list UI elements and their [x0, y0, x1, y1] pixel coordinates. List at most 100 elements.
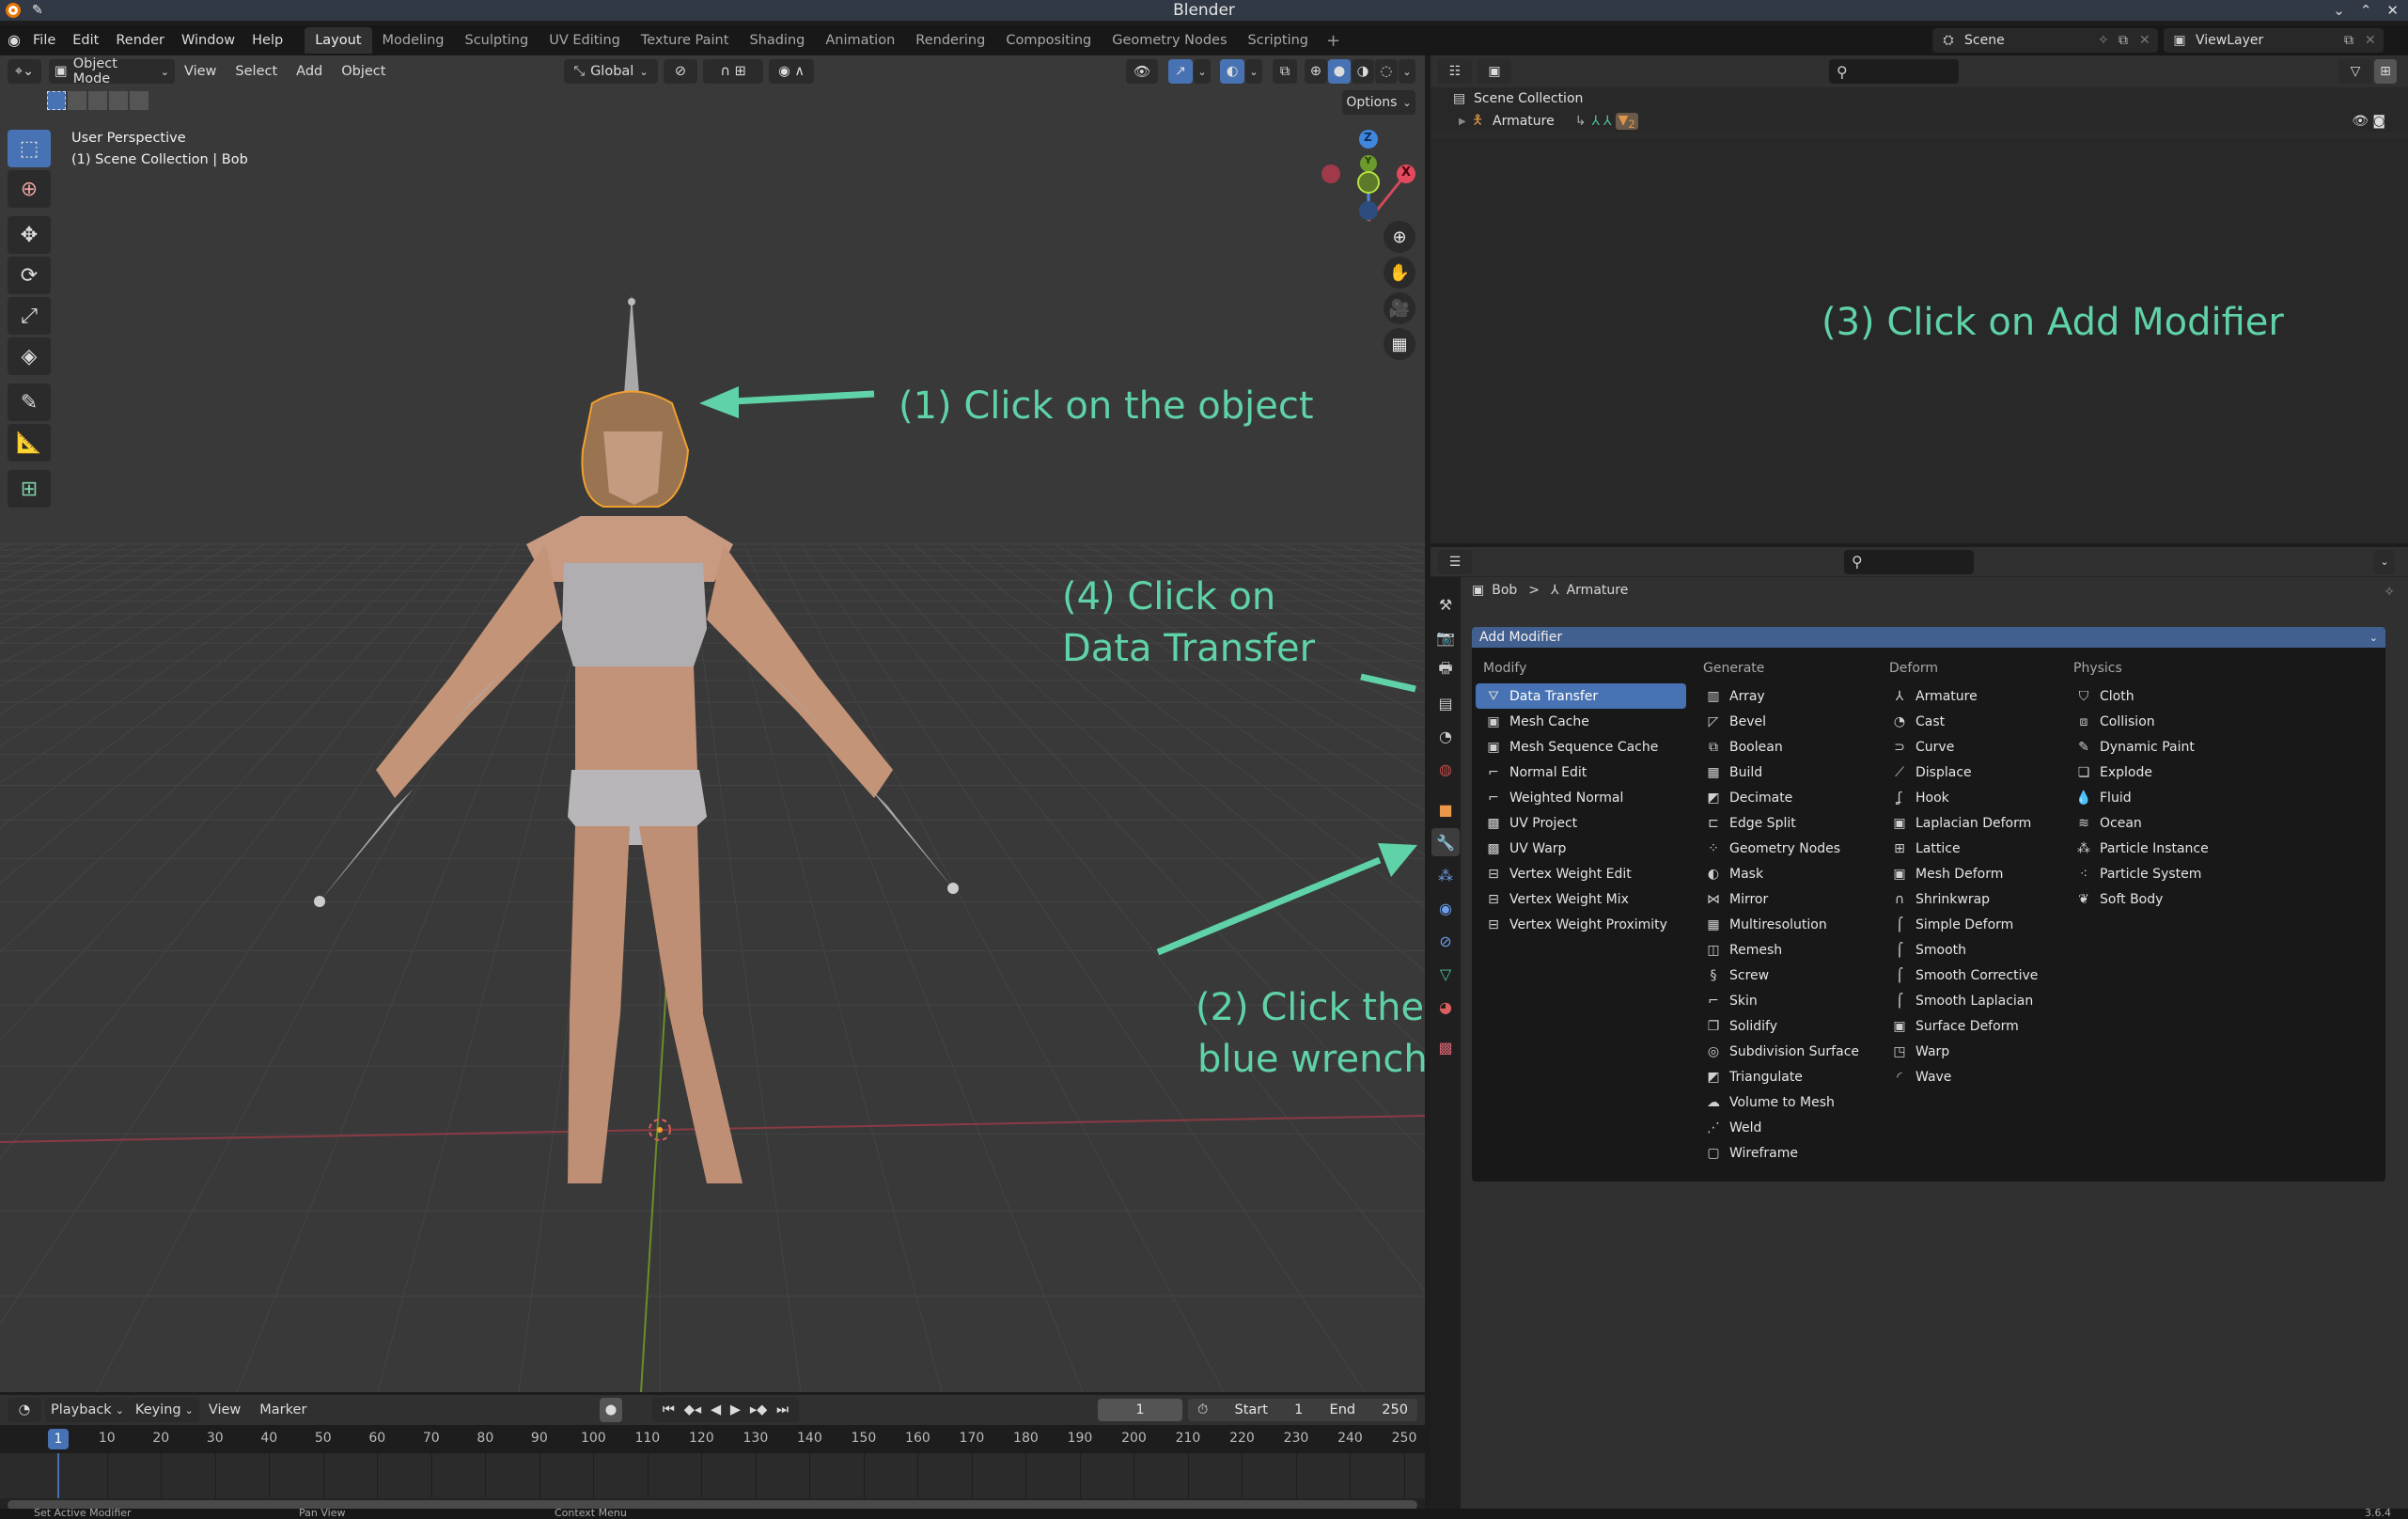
- outliner-row-armature[interactable]: ▶ 🯅 Armature ↳ ⅄ ⅄ ▼2 👁 ◙: [1431, 110, 2408, 133]
- modifier-item-soft-body[interactable]: ❦ Soft Body: [2066, 886, 2244, 912]
- keying-menu[interactable]: Keying ⌄: [129, 1398, 199, 1422]
- blender-menu-icon[interactable]: ◉: [8, 32, 24, 49]
- modifier-item-boolean[interactable]: ⧉ Boolean: [1696, 734, 1874, 760]
- tab-data[interactable]: ▽: [1431, 960, 1460, 988]
- shading-rendered-button[interactable]: ◌: [1375, 59, 1398, 84]
- menu-select[interactable]: Select: [226, 64, 287, 79]
- modifier-item-hook[interactable]: ʆ Hook: [1882, 785, 2060, 810]
- view-layer-name[interactable]: ViewLayer: [2196, 33, 2344, 48]
- delete-view-layer-icon[interactable]: ✕: [2365, 33, 2384, 48]
- modifier-item-multiresolution[interactable]: ▦ Multiresolution: [1696, 912, 1874, 937]
- zoom-view-button[interactable]: ⊕: [1384, 221, 1415, 253]
- modifier-item-solidify[interactable]: ❐ Solidify: [1696, 1013, 1874, 1039]
- pin-scene-icon[interactable]: ✧: [2098, 33, 2119, 48]
- properties-search[interactable]: ⚲: [1844, 549, 1974, 574]
- transform-orientation-selector[interactable]: ⤡ Global ⌄: [564, 59, 658, 84]
- modifier-item-build[interactable]: ▦ Build: [1696, 760, 1874, 785]
- tab-physics[interactable]: ◉: [1431, 894, 1460, 922]
- modifier-item-uv-warp[interactable]: ▩ UV Warp: [1476, 836, 1686, 861]
- modifier-item-uv-project[interactable]: ▩ UV Project: [1476, 810, 1686, 836]
- select-invert-button[interactable]: [109, 91, 128, 110]
- tab-modifiers[interactable]: 🔧: [1431, 828, 1460, 856]
- tab-world[interactable]: ◍: [1431, 755, 1460, 783]
- shading-dropdown[interactable]: ⌄: [1399, 59, 1415, 84]
- modifier-item-array[interactable]: ▥ Array: [1696, 683, 1874, 709]
- modifier-item-surface-deform[interactable]: ▣ Surface Deform: [1882, 1013, 2060, 1039]
- camera-view-button[interactable]: 🎥: [1384, 292, 1415, 324]
- tab-view-layer[interactable]: ▤: [1431, 689, 1460, 717]
- modifier-item-bevel[interactable]: ◸ Bevel: [1696, 709, 1874, 734]
- tab-rendering[interactable]: Rendering: [905, 27, 995, 54]
- frame-ruler[interactable]: 1 10 20 30 40 50 60 70 80 90 100 110 120 130 140 150 160…: [0, 1425, 1425, 1453]
- overlay-toggle-button[interactable]: ◐: [1220, 59, 1244, 84]
- move-tool[interactable]: ✥: [8, 216, 51, 254]
- tab-modeling[interactable]: Modeling: [372, 27, 455, 54]
- shading-material-button[interactable]: ◑: [1352, 59, 1374, 84]
- modifier-item-weld[interactable]: ⋰ Weld: [1696, 1115, 1874, 1140]
- pan-view-button[interactable]: ✋: [1384, 257, 1415, 289]
- select-extend-button[interactable]: [68, 91, 86, 110]
- tab-tool[interactable]: ⚒: [1431, 590, 1460, 619]
- tab-shading[interactable]: Shading: [739, 27, 815, 54]
- overlay-dropdown[interactable]: ⌄: [1245, 59, 1262, 84]
- properties-options-dropdown[interactable]: ⌄: [2374, 549, 2395, 574]
- tab-constraints[interactable]: ⊘: [1431, 927, 1460, 955]
- modifier-item-collision[interactable]: ⧈ Collision: [2066, 709, 2244, 734]
- new-collection-button[interactable]: ⊞: [2374, 59, 2397, 84]
- modifier-item-smooth-corrective[interactable]: ⌠ Smooth Corrective: [1882, 963, 2060, 988]
- add-workspace-button[interactable]: +: [1319, 31, 1348, 51]
- timeline-view-menu[interactable]: View: [199, 1402, 250, 1417]
- modifier-item-wireframe[interactable]: ▢ Wireframe: [1696, 1140, 1874, 1166]
- select-new-button[interactable]: [47, 91, 66, 110]
- add-modifier-button[interactable]: Add Modifier ⌄: [1472, 627, 2385, 648]
- current-frame-field[interactable]: 1: [1098, 1399, 1182, 1421]
- tab-object[interactable]: ■: [1431, 795, 1460, 823]
- pivot-point-button[interactable]: ⊘: [664, 59, 697, 84]
- modifier-item-volume-to-mesh[interactable]: ☁ Volume to Mesh: [1696, 1089, 1874, 1115]
- modifier-item-cast[interactable]: ◔ Cast: [1882, 709, 2060, 734]
- tab-compositing[interactable]: Compositing: [995, 27, 1102, 54]
- start-frame-field[interactable]: 1: [1294, 1402, 1303, 1417]
- select-subtract-button[interactable]: [88, 91, 107, 110]
- next-keyframe-icon[interactable]: ▸◆: [750, 1402, 767, 1417]
- tab-layout[interactable]: Layout: [305, 27, 372, 54]
- modifier-item-weighted-normal[interactable]: ⌐ Weighted Normal: [1476, 785, 1686, 810]
- outliner-search[interactable]: ⚲: [1829, 59, 1959, 84]
- menu-view[interactable]: View: [175, 64, 226, 79]
- menu-render[interactable]: Render: [107, 33, 173, 48]
- modifier-item-wave[interactable]: ◜ Wave: [1882, 1064, 2060, 1089]
- stopwatch-icon[interactable]: ⏱: [1197, 1402, 1208, 1417]
- timeline-marker-menu[interactable]: Marker: [250, 1402, 316, 1417]
- proportional-edit-button[interactable]: ◉ ∧: [769, 59, 814, 84]
- tab-scripting[interactable]: Scripting: [1238, 27, 1319, 54]
- prev-keyframe-icon[interactable]: ◆◂: [684, 1402, 701, 1417]
- pin-icon[interactable]: ✧: [2384, 585, 2395, 600]
- tab-uv-editing[interactable]: UV Editing: [539, 27, 631, 54]
- display-mode-button[interactable]: ▣: [1478, 59, 1511, 84]
- scene-selector[interactable]: ⛭ Scene ✧ ⧉ ✕: [1932, 28, 2158, 53]
- modifier-item-remesh[interactable]: ◫ Remesh: [1696, 937, 1874, 963]
- properties-editor-type[interactable]: ☰: [1438, 549, 1472, 574]
- jump-start-icon[interactable]: ⏮: [663, 1402, 675, 1417]
- menu-add[interactable]: Add: [287, 64, 332, 79]
- rotate-tool[interactable]: ⟳: [8, 257, 51, 294]
- delete-scene-icon[interactable]: ✕: [2139, 33, 2158, 48]
- modifier-item-mesh-sequence-cache[interactable]: ▣ Mesh Sequence Cache: [1476, 734, 1686, 760]
- modifier-item-normal-edit[interactable]: ⌐ Normal Edit: [1476, 760, 1686, 785]
- menu-edit[interactable]: Edit: [64, 33, 107, 48]
- annotate-tool[interactable]: ✎: [8, 384, 51, 421]
- modifier-item-mesh-cache[interactable]: ▣ Mesh Cache: [1476, 709, 1686, 734]
- xray-toggle-button[interactable]: ⧉: [1273, 59, 1297, 84]
- modifier-item-skin[interactable]: ⌐ Skin: [1696, 988, 1874, 1013]
- shading-wireframe-button[interactable]: ⊕: [1305, 59, 1327, 84]
- tab-geometry-nodes[interactable]: Geometry Nodes: [1102, 27, 1237, 54]
- new-view-layer-icon[interactable]: ⧉: [2344, 33, 2365, 48]
- filter-button[interactable]: ▽: [2338, 59, 2372, 84]
- modifier-item-lattice[interactable]: ⊞ Lattice: [1882, 836, 2060, 861]
- measure-tool[interactable]: 📐: [8, 424, 51, 462]
- view-layer-selector[interactable]: ▣ ViewLayer ⧉ ✕: [2164, 28, 2384, 53]
- scene-name[interactable]: Scene: [1964, 33, 2098, 48]
- modifier-item-decimate[interactable]: ◩ Decimate: [1696, 785, 1874, 810]
- playhead-frame[interactable]: 1: [48, 1429, 69, 1449]
- modifier-item-smooth-laplacian[interactable]: ⌠ Smooth Laplacian: [1882, 988, 2060, 1013]
